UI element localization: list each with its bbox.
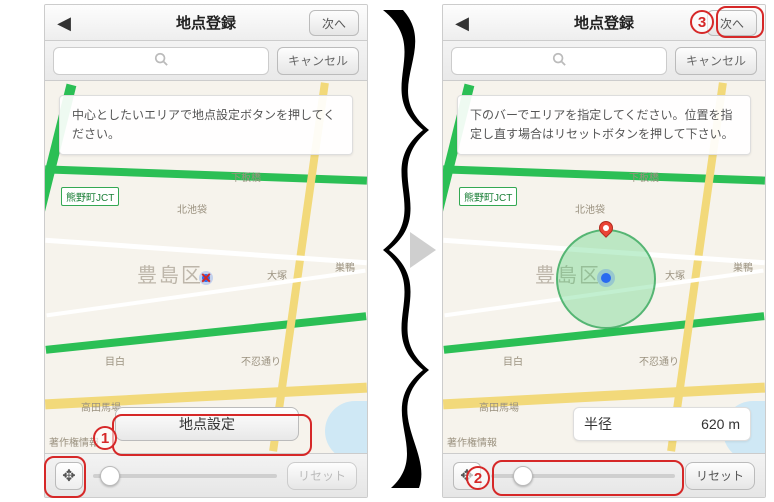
- page-title: 地点登録: [176, 12, 236, 33]
- search-row: キャンセル: [45, 41, 367, 81]
- search-icon: [154, 52, 168, 69]
- next-button[interactable]: 次へ: [309, 10, 359, 36]
- annotation-1: 1: [93, 426, 117, 450]
- map-label: 大塚: [267, 267, 287, 282]
- map-label: 下板橋: [231, 169, 261, 184]
- search-input[interactable]: [53, 47, 269, 75]
- map-view[interactable]: 熊野町JCT 豊島区 下板橋 北池袋 巣鴨 大塚 目白 不忍通り 高田馬場 著作…: [45, 81, 367, 453]
- instruction-message: 中心としたいエリアで地点設定ボタンを押してください。: [59, 95, 353, 155]
- map-credit: 著作権情報: [447, 434, 497, 449]
- map-label-district: 豊島区: [137, 259, 203, 288]
- map-label-jct: 熊野町JCT: [61, 187, 119, 206]
- map-credit: 著作権情報: [49, 434, 99, 449]
- reset-button[interactable]: リセット: [685, 462, 755, 490]
- annotation-box-3: [716, 6, 764, 38]
- map-view[interactable]: 熊野町JCT 豊島区 下板橋 北池袋 巣鴨 大塚 目白 不忍通り 高田馬場 著作…: [443, 81, 765, 453]
- radius-value: 620: [701, 416, 724, 432]
- search-cancel-button[interactable]: キャンセル: [277, 47, 359, 75]
- radius-unit: m: [728, 416, 740, 432]
- map-label: 巣鴨: [733, 259, 753, 274]
- map-label: 北池袋: [177, 201, 207, 216]
- instruction-message: 下のバーでエリアを指定してください。位置を指定し直す場合はリセットボタンを押して…: [457, 95, 751, 155]
- transition-arrow-icon: [410, 232, 436, 273]
- search-icon: [552, 52, 566, 69]
- annotation-box-1: [112, 414, 312, 456]
- map-label: 高田馬場: [479, 399, 519, 414]
- search-input[interactable]: [451, 47, 667, 75]
- back-button[interactable]: ◀: [55, 14, 73, 32]
- radius-label: 半径: [584, 414, 612, 434]
- map-label: 巣鴨: [335, 259, 355, 274]
- titlebar: ◀ 地点登録 次へ: [45, 5, 367, 41]
- map-center-target: ×: [195, 267, 217, 289]
- phone-screen-right: ◀ 地点登録 次へ キャンセル: [442, 4, 766, 498]
- back-button[interactable]: ◀: [453, 14, 471, 32]
- annotation-2: 2: [466, 466, 490, 490]
- map-label: 大塚: [665, 267, 685, 282]
- current-location-dot: [601, 273, 611, 283]
- map-label: 下板橋: [629, 169, 659, 184]
- map-label-jct: 熊野町JCT: [459, 187, 517, 206]
- annotation-3: 3: [690, 10, 714, 34]
- map-label: 不忍通り: [241, 353, 281, 368]
- annotation-box-compass: [44, 456, 86, 498]
- map-label: 目白: [503, 353, 523, 368]
- radius-slider[interactable]: [93, 462, 277, 490]
- map-label: 北池袋: [575, 201, 605, 216]
- map-label: 不忍通り: [639, 353, 679, 368]
- footer-bar: ✥ リセット: [45, 453, 367, 497]
- map-label: 目白: [105, 353, 125, 368]
- annotation-box-2: [492, 460, 684, 496]
- radius-display: 半径 620 m: [573, 407, 751, 441]
- search-row: キャンセル: [443, 41, 765, 81]
- search-cancel-button[interactable]: キャンセル: [675, 47, 757, 75]
- reset-button[interactable]: リセット: [287, 462, 357, 490]
- page-title: 地点登録: [574, 12, 634, 33]
